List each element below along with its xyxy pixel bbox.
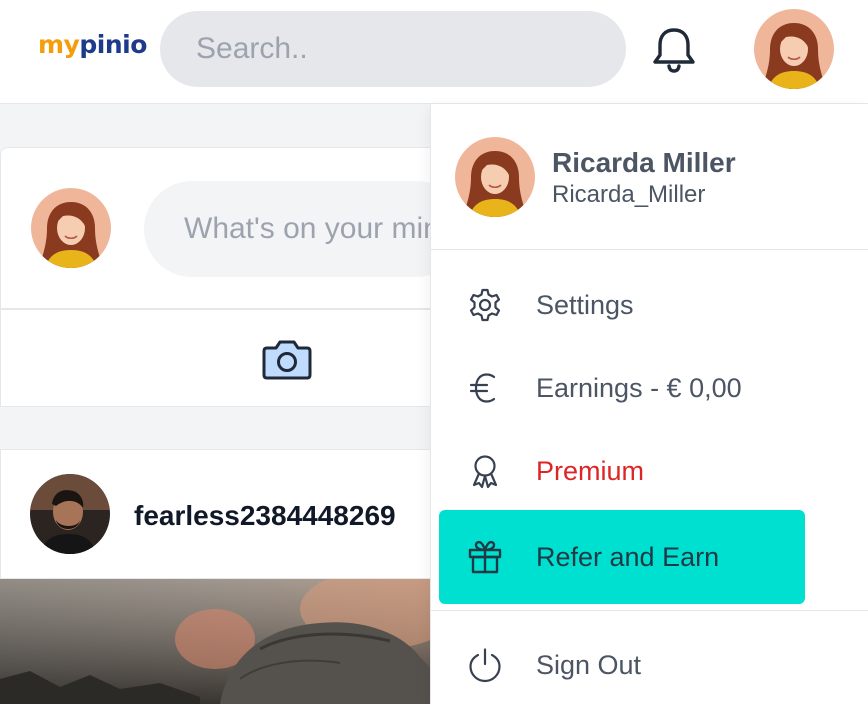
gear-icon [469,288,501,322]
user-avatar[interactable] [754,9,834,89]
menu-item-settings[interactable]: Settings [439,258,805,352]
gift-icon [468,540,502,574]
camera-icon[interactable] [262,338,312,380]
profile-dropdown-menu: Ricarda Miller Ricarda_Miller Settings E… [430,104,868,704]
bell-icon[interactable] [650,24,698,74]
menu-user-name: Ricarda Miller [552,147,736,178]
menu-item-label: Premium [536,455,645,486]
post-image[interactable] [0,579,440,704]
euro-icon [469,373,496,403]
search-input[interactable] [160,11,626,87]
menu-item-premium[interactable]: Premium [439,424,805,518]
post-composer: What's on your mind [0,147,464,309]
composer-input[interactable]: What's on your mind [144,181,464,277]
menu-user-handle: Ricarda_Miller [552,181,706,208]
media-row [0,309,440,407]
menu-item-sign-out[interactable]: Sign Out [439,618,805,704]
composer-avatar [31,188,111,268]
menu-item-earnings[interactable]: Earnings - € 0,00 [439,341,805,435]
menu-item-label: Sign Out [536,649,642,680]
logo-part-my: my [38,30,80,59]
menu-item-label: Earnings - € 0,00 [536,372,742,403]
menu-item-label: Settings [536,289,634,320]
post-username[interactable]: fearless2384448269 [134,500,396,532]
power-icon [469,648,501,683]
menu-divider [431,610,868,611]
mypinio-logo[interactable]: mypinio [38,30,147,59]
menu-item-label: Refer and Earn [536,541,720,572]
logo-part-pinio: pinio [79,30,147,59]
menu-divider [431,249,868,250]
award-icon [472,455,498,489]
menu-user-avatar [455,137,535,217]
menu-item-refer-and-earn[interactable]: Refer and Earn [439,510,805,604]
top-header: mypinio [0,0,868,104]
post-author-avatar[interactable] [30,474,110,554]
